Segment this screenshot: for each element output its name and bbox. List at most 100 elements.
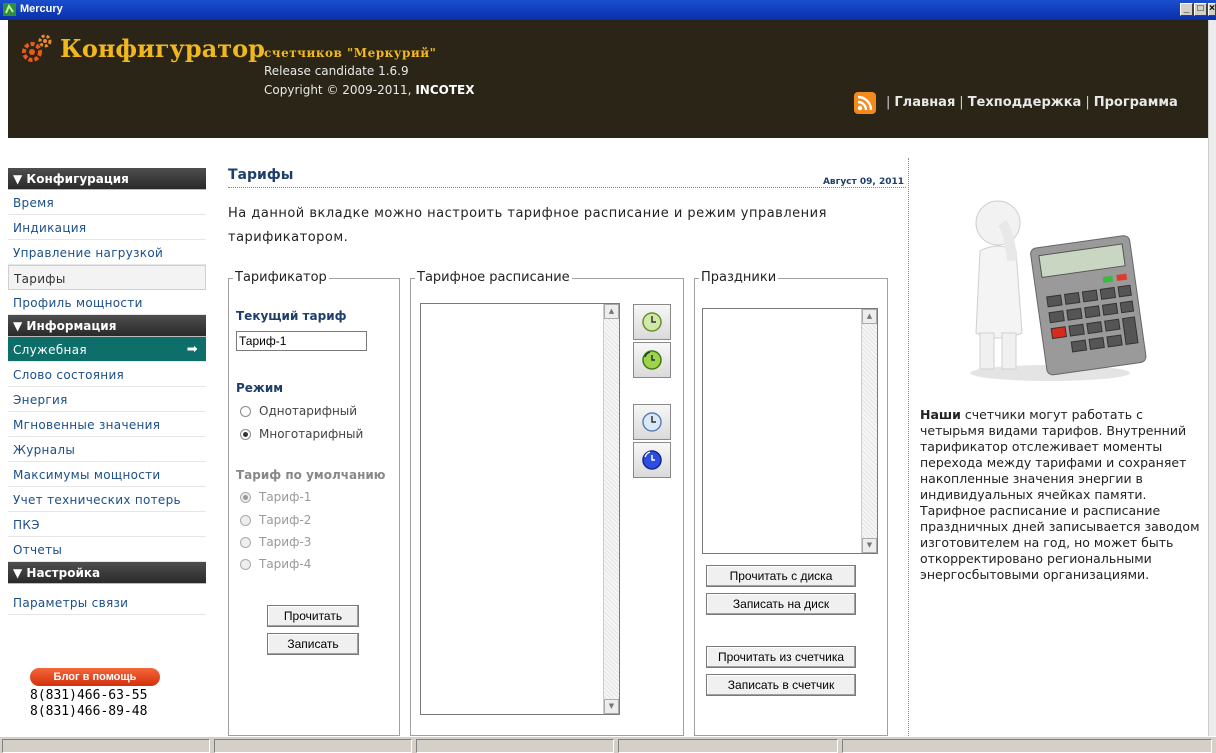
release-version: Release candidate 1.6.9 [264,64,409,78]
radio-icon [240,405,251,417]
refresh-schedule-button[interactable] [633,342,671,378]
sync-schedule-button[interactable] [633,442,671,478]
add-schedule-button[interactable] [633,304,671,340]
read-from-meter-button[interactable]: Прочитать из счетчика [706,646,856,668]
holidays-list[interactable]: ▲ ▼ [702,308,878,554]
mercury-app-icon [3,3,16,16]
mode-option-multi[interactable]: Многотарифный [240,427,363,441]
sidebar-item-tech-losses[interactable]: Учет технических потерь [8,487,206,512]
group-legend: Тарификатор [233,270,329,285]
scroll-down-icon[interactable]: ▼ [604,699,619,714]
sidebar-item-time[interactable]: Время [8,190,206,215]
window-titlebar: Mercury _ □ × [0,0,1216,20]
copyright-company: INCOTEX [415,83,475,97]
clock-sync-icon [642,450,662,470]
radio-checked-icon [240,491,251,503]
column-divider [908,158,909,736]
sidebar-item-instant-values[interactable]: Мгновенные значения [8,412,206,437]
nav-link-program[interactable]: Программа [1094,95,1178,110]
copyright: Copyright © 2009-2011, INCOTEX [264,83,474,97]
radio-icon [240,536,251,548]
phone-number: 8(831)466-63-55 [30,688,148,703]
brand-title: Конфигуратор [60,34,265,63]
page-scrollbar[interactable] [1208,20,1216,736]
blog-help-button[interactable]: Блог в помощь [30,668,160,686]
sidebar-section-settings[interactable]: ▼ Настройка [8,562,206,584]
default-tariff-option-3[interactable]: Тариф-3 [240,535,311,549]
description-bold: Наши [920,407,961,422]
status-cell [416,739,614,753]
sidebar-item-reports[interactable]: Отчеты [8,537,206,562]
status-cell [842,739,1212,753]
copyright-text: Copyright © 2009-2011, [264,83,416,97]
current-tariff-label: Текущий тариф [236,309,347,323]
radio-label: Тариф-1 [259,490,312,504]
radio-label: Многотарифный [259,427,364,441]
sidebar-item-indication[interactable]: Индикация [8,215,206,240]
gears-logo-icon [22,34,52,62]
write-button[interactable]: Записать [267,633,359,655]
write-to-meter-button[interactable]: Записать в счетчик [706,674,856,696]
holidays-scrollbar[interactable]: ▲ ▼ [861,309,877,553]
scroll-up-icon[interactable]: ▲ [862,309,877,324]
calculator-person-illustration [970,200,1147,381]
sidebar-item-power-maximums[interactable]: Максимумы мощности [8,462,206,487]
rss-icon[interactable] [854,92,876,114]
sidebar-item-energy[interactable]: Энергия [8,387,206,412]
sidebar-item-power-profile[interactable]: Профиль мощности [8,290,206,315]
schedule-scrollbar[interactable]: ▲ ▼ [603,304,619,714]
default-tariff-option-2[interactable]: Тариф-2 [240,513,311,527]
read-from-disk-button[interactable]: Прочитать с диска [706,565,856,587]
sidebar-section-information[interactable]: ▼ Информация [8,315,206,337]
tariff-schedule-list[interactable]: ▲ ▼ [420,303,620,715]
clock-edit-icon [642,412,662,432]
status-cell [2,739,210,753]
status-bar [0,736,1216,753]
mode-option-single[interactable]: Однотарифный [240,404,357,418]
close-button[interactable]: × [1208,3,1216,16]
brand-subtitle: счетчиков "Меркурий" [264,46,437,60]
sidebar-item-tariffs[interactable]: Тарифы [8,265,206,290]
sidebar-item-service[interactable]: Служебная ➡ [8,337,206,362]
scroll-up-icon[interactable]: ▲ [604,304,619,319]
nav-link-support[interactable]: Техподдержка [968,95,1082,110]
title-divider [228,187,906,188]
status-cell [618,739,838,753]
minimize-button[interactable]: _ [1180,3,1193,16]
radio-label: Тариф-4 [259,557,312,571]
radio-label: Тариф-2 [259,513,312,527]
sidebar-item-pke[interactable]: ПКЭ [8,512,206,537]
default-tariff-option-4[interactable]: Тариф-4 [240,557,311,571]
group-legend: Праздники [699,270,779,285]
tariff-description: Наши счетчики могут работать с четырьмя … [920,407,1200,583]
page-date: Август 09, 2011 [822,177,904,187]
maximize-button[interactable]: □ [1194,3,1207,16]
radio-label: Тариф-3 [259,535,312,549]
write-to-disk-button[interactable]: Записать на диск [706,593,856,615]
radio-icon [240,514,251,526]
status-cell [214,739,412,753]
edit-schedule-button[interactable] [633,404,671,440]
sidebar-item-load-control[interactable]: Управление нагрузкой [8,240,206,265]
radio-label: Однотарифный [259,404,358,418]
default-tariff-option-1[interactable]: Тариф-1 [240,490,311,504]
phone-number: 8(831)466-89-48 [30,704,148,719]
group-legend: Тарифное расписание [415,270,572,285]
sidebar-section-configuration[interactable]: ▼ Конфигурация [8,168,206,190]
mode-label: Режим [236,381,284,395]
page-intro: На данной вкладке можно настроить тарифн… [228,206,827,245]
sidebar-item-journals[interactable]: Журналы [8,437,206,462]
arrow-right-icon: ➡ [186,342,198,357]
sidebar-item-connection[interactable]: Параметры связи [8,590,206,615]
page-title: Тарифы [228,167,294,183]
current-tariff-input[interactable] [236,331,367,351]
radio-checked-icon [240,428,251,440]
sidebar-item-status-word[interactable]: Слово состояния [8,362,206,387]
read-button[interactable]: Прочитать [267,605,359,627]
sidebar-item-label: Служебная [13,343,87,357]
nav-link-home[interactable]: Главная [894,95,955,110]
clock-add-icon [642,312,662,332]
clock-refresh-icon [642,350,662,370]
scroll-down-icon[interactable]: ▼ [862,538,877,553]
top-navigation: | Главная | Техподдержка | Программа [886,95,1178,110]
